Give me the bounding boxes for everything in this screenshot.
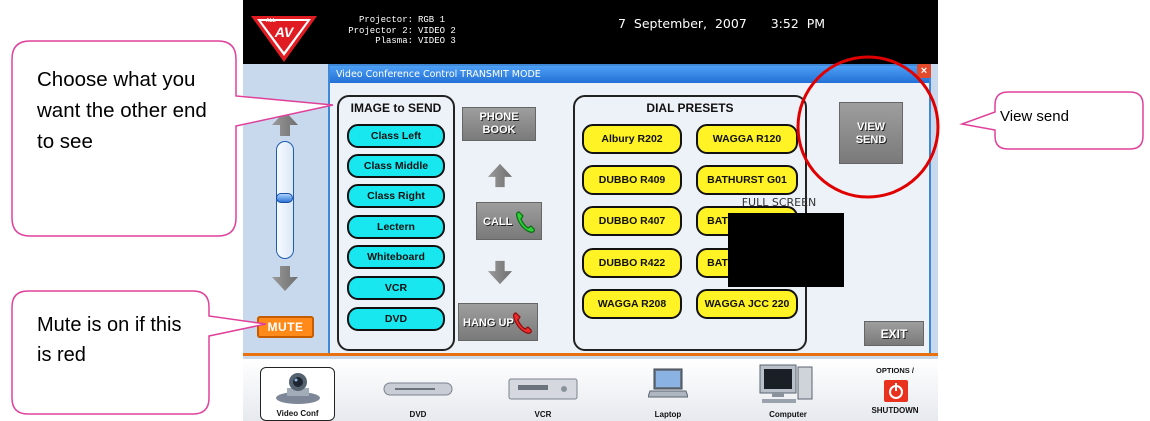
- hang-up-button[interactable]: HANG UP: [458, 303, 538, 341]
- status-label: Plasma:: [375, 36, 413, 46]
- date-time: 7 September, 2007 3:52 PM: [618, 16, 825, 31]
- phone-book-button[interactable]: PHONE BOOK: [462, 107, 536, 141]
- status-value: RGB 1: [418, 15, 446, 25]
- call-button[interactable]: CALL: [476, 202, 542, 240]
- call-label: CALL: [483, 216, 513, 228]
- image-source-button[interactable]: VCR: [347, 276, 445, 300]
- source-status: Projector: RGB 1 Projector 2: VIDEO 2 Plas…: [341, 15, 456, 47]
- power-icon: [889, 383, 903, 399]
- image-source-button[interactable]: Class Middle: [347, 154, 445, 178]
- phone-green-icon: [516, 211, 535, 233]
- dial-preset-button[interactable]: WAGGA R208: [582, 289, 682, 319]
- exit-button[interactable]: EXIT: [864, 321, 924, 346]
- status-label: Projector:: [358, 15, 413, 25]
- source-dock: Video Conf DVD VCR Laptop Computer: [243, 359, 938, 421]
- arrow-down-icon: [487, 260, 513, 285]
- image-to-send-title: IMAGE to SEND: [350, 101, 442, 115]
- choose-callout-text: Choose what you want the other end to se…: [37, 68, 207, 153]
- image-source-button[interactable]: Lectern: [347, 215, 445, 239]
- svg-text:ALL: ALL: [266, 18, 276, 24]
- status-label: Projector 2:: [348, 25, 413, 36]
- image-to-send-group: IMAGE to SEND Class Left Class Middle Cl…: [337, 95, 455, 351]
- dial-preset-button[interactable]: Albury R202: [582, 124, 682, 154]
- mute-callout-text: Mute is on if this is red: [37, 314, 182, 366]
- dock-item-vcr[interactable]: VCR: [498, 359, 588, 421]
- dock-item-computer[interactable]: Computer: [743, 359, 833, 421]
- image-source-button[interactable]: DVD: [347, 307, 445, 331]
- dvd-player-icon: [383, 382, 453, 396]
- dock-divider: [243, 353, 938, 356]
- image-source-button[interactable]: Class Left: [347, 124, 445, 148]
- dock-label: DVD: [409, 410, 427, 419]
- dial-preset-button[interactable]: WAGGA JCC 220: [696, 289, 798, 319]
- full-screen-preview[interactable]: [728, 213, 844, 287]
- dial-preset-button[interactable]: DUBBO R422: [582, 248, 682, 278]
- dial-presets-title: DIAL PRESETS: [646, 101, 734, 115]
- dock-item-dvd[interactable]: DVD: [373, 359, 463, 421]
- status-value: VIDEO 2: [418, 25, 456, 36]
- shutdown-button[interactable]: [884, 380, 908, 402]
- dock-label: Laptop: [654, 410, 682, 419]
- laptop-icon: [648, 368, 688, 398]
- shutdown-label: SHUTDOWN: [871, 406, 919, 415]
- phone-book-label: PHONE BOOK: [479, 111, 519, 136]
- view-send-callout-text: View send: [1000, 108, 1069, 125]
- dock-label: Computer: [769, 410, 807, 419]
- arrow-up-icon: [487, 163, 513, 188]
- computer-icon: [759, 364, 813, 403]
- date-text: 7 September, 2007: [618, 16, 747, 31]
- dock-label: VCR: [534, 410, 552, 419]
- time-text: 3:52 PM: [770, 16, 826, 31]
- status-value: VIDEO 3: [418, 36, 456, 46]
- dial-preset-button[interactable]: DUBBO R407: [582, 206, 682, 236]
- dial-preset-button[interactable]: BATHURST G01: [696, 165, 798, 195]
- phone-red-icon: [513, 312, 532, 334]
- vcr-icon: [508, 378, 578, 400]
- dock-item-laptop[interactable]: Laptop: [623, 359, 713, 421]
- image-source-button[interactable]: Whiteboard: [347, 245, 445, 269]
- dial-preset-button[interactable]: DUBBO R409: [582, 165, 682, 195]
- view-send-highlight-circle: [796, 55, 940, 199]
- options-label: OPTIONS /: [876, 366, 914, 375]
- dial-preset-button[interactable]: WAGGA R120: [696, 124, 798, 154]
- hang-up-label: HANG UP: [463, 317, 514, 329]
- image-source-button[interactable]: Class Right: [347, 184, 445, 208]
